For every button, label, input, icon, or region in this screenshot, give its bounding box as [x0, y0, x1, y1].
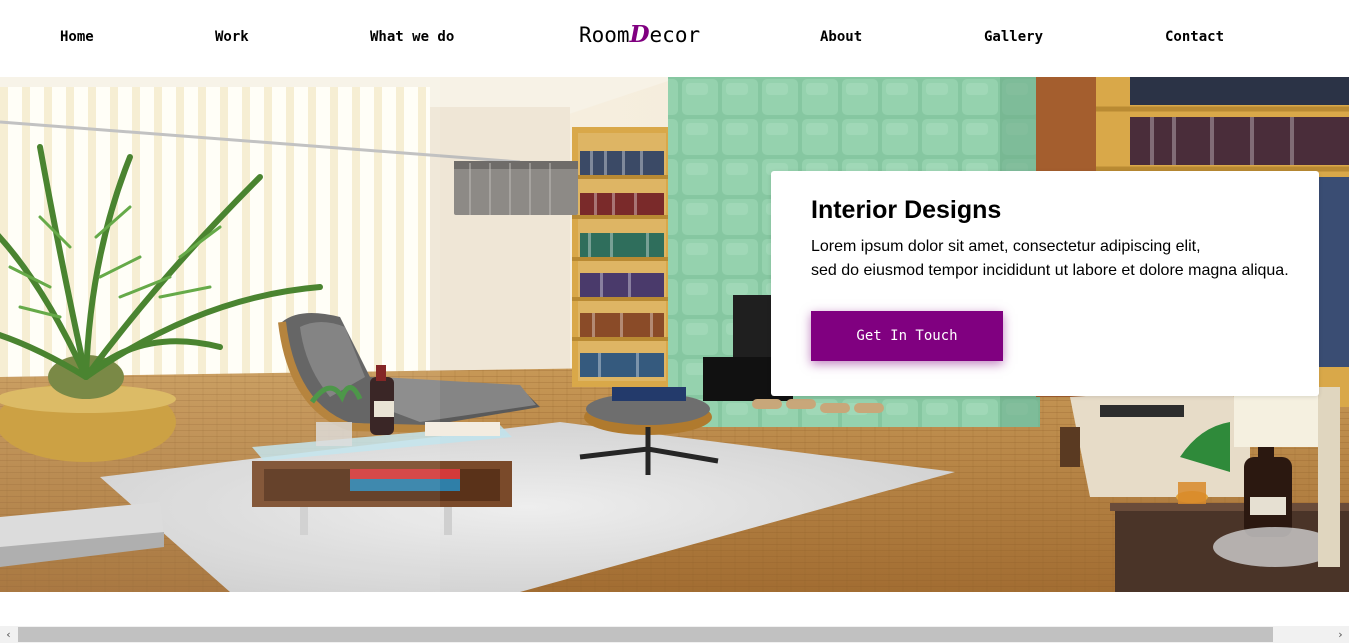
nav-link-what-we-do[interactable]: What we do — [370, 29, 454, 45]
hero-section: Interior Designs Lorem ipsum dolor sit a… — [0, 77, 1349, 592]
hero-card-description: Lorem ipsum dolor sit amet, consectetur … — [811, 235, 1289, 283]
nav-link-home[interactable]: Home — [60, 29, 94, 45]
chevron-left-icon[interactable]: ‹ — [0, 626, 17, 643]
hero-info-card: Interior Designs Lorem ipsum dolor sit a… — [771, 171, 1319, 396]
nav-link-gallery[interactable]: Gallery — [984, 29, 1043, 45]
get-in-touch-button[interactable]: Get In Touch — [811, 311, 1003, 361]
hero-card-line-1: Lorem ipsum dolor sit amet, consectetur … — [811, 238, 1201, 255]
horizontal-scrollbar[interactable]: ‹ › — [0, 626, 1349, 643]
nav-link-work[interactable]: Work — [215, 29, 249, 45]
hero-card-line-2: sed do eiusmod tempor incididunt ut labo… — [811, 262, 1289, 279]
nav-link-contact[interactable]: Contact — [1165, 29, 1224, 45]
logo-suffix: ecor — [649, 23, 701, 47]
nav-link-about[interactable]: About — [820, 29, 862, 45]
logo-prefix: Room — [579, 23, 630, 47]
chevron-right-icon[interactable]: › — [1332, 626, 1349, 643]
logo-accent-letter: D — [629, 21, 650, 48]
scrollbar-thumb[interactable] — [18, 627, 1273, 642]
hero-card-title: Interior Designs — [811, 196, 1002, 224]
top-navbar: Home Work What we do RoomDecor About Gal… — [0, 0, 1349, 77]
site-logo[interactable]: RoomDecor — [579, 21, 700, 48]
